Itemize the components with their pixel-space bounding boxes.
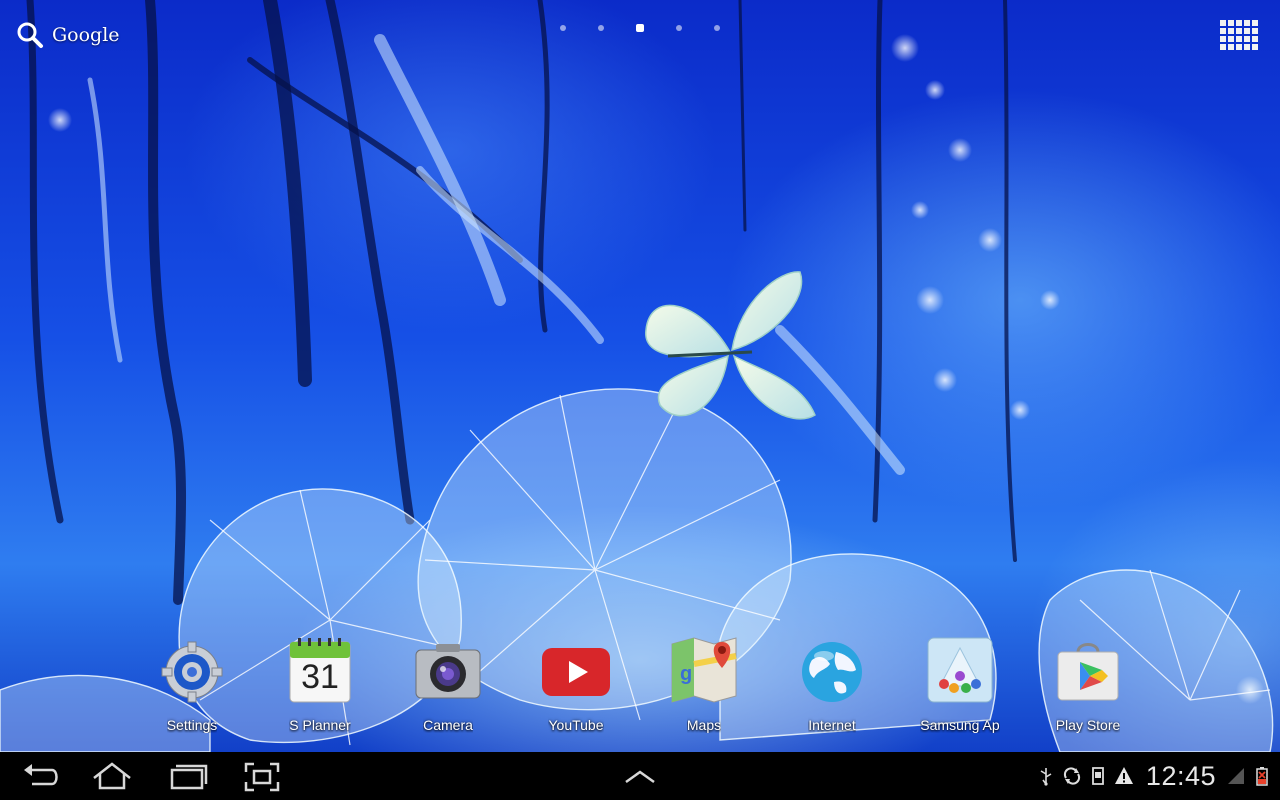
back-arrow-icon [24,764,58,786]
app-youtube[interactable]: YouTube [512,630,640,736]
recent-apps-button[interactable] [166,760,210,792]
chevron-up-icon [625,770,655,784]
search-icon [17,22,43,48]
screen-capture-icon [244,762,280,792]
maps-icon: g [671,637,737,703]
home-icon [93,762,131,790]
system-navigation-bar: 12:45 [0,752,1280,800]
app-label: Play Store [1055,717,1121,733]
camera-icon [415,644,481,699]
app-maps[interactable]: g Maps [640,630,768,736]
quick-panel-button[interactable] [618,760,662,792]
recent-apps-icon [170,764,208,790]
app-label: S Planner [289,717,351,733]
app-play-store[interactable]: Play Store [1024,630,1152,736]
app-label: Camera [423,717,473,733]
page-dot-5 [714,25,720,31]
svg-text:g: g [680,663,692,685]
globe-icon [802,642,862,702]
status-clock: 12:45 [1145,760,1216,791]
app-label: Samsung Ap [920,717,1000,733]
app-s-planner[interactable]: 31 S Planner [256,630,384,736]
google-search-label: Google [52,24,120,46]
home-page-indicator [560,22,720,34]
sync-recycle-icon [1063,767,1081,785]
usb-icon [1040,768,1052,786]
settings-gear-icon [161,641,223,703]
signal-strength-icon [1228,768,1244,784]
app-internet[interactable]: Internet [768,630,896,736]
status-area[interactable]: 12:45 [1036,752,1272,800]
screenshot-button[interactable] [240,760,284,792]
app-camera[interactable]: Camera [384,630,512,736]
samsung-apps-icon [927,637,993,703]
page-dot-4 [676,25,682,31]
sd-card-icon [1092,767,1104,785]
google-search-widget[interactable]: Google [16,20,120,50]
page-dot-2 [598,25,604,31]
app-settings[interactable]: Settings [128,630,256,736]
battery-low-icon [1256,767,1268,786]
play-store-bag-icon [1057,643,1119,701]
home-button[interactable] [90,760,134,792]
apps-drawer-button[interactable] [1220,16,1258,54]
app-label: YouTube [548,717,604,733]
app-label: Maps [686,717,722,733]
page-dot-3-active [636,24,644,32]
app-label: Internet [808,717,856,733]
calendar-date-number: 31 [301,658,339,696]
warning-icon [1114,767,1133,784]
app-dock: Settings 31 S Planner Camera YouTube g M… [128,630,1152,736]
back-button[interactable] [18,760,62,792]
app-samsung-apps[interactable]: Samsung Ap [896,630,1024,736]
app-label: Settings [166,717,218,733]
youtube-play-icon [542,648,610,696]
page-dot-1 [560,25,566,31]
